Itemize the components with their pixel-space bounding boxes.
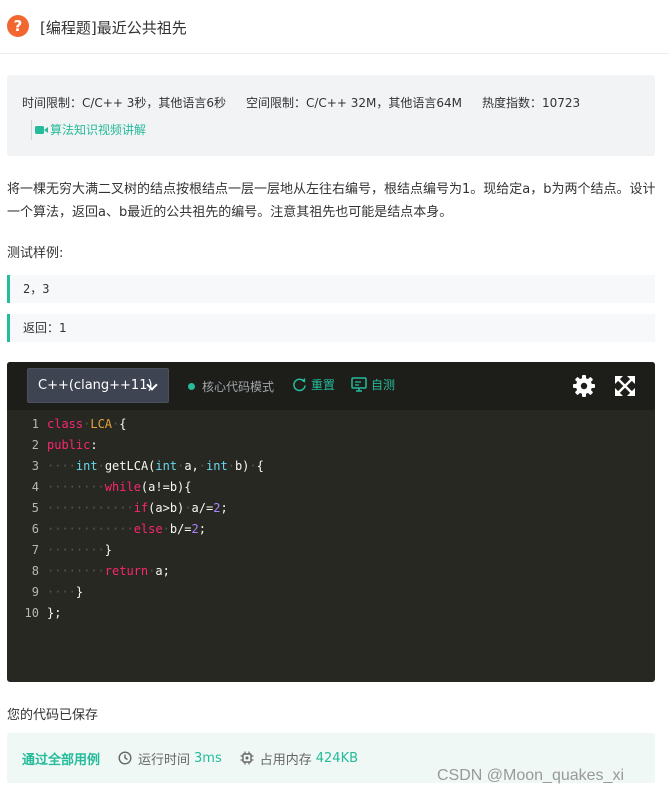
space-limit: 空间限制：C/C++ 32M，其他语言64M — [246, 96, 462, 110]
memory-stat: 占用内存 424KB — [240, 749, 358, 768]
gear-icon[interactable] — [573, 375, 595, 397]
code-line: 1 class·LCA·{ — [7, 414, 655, 435]
status-dot-icon — [188, 383, 195, 390]
line-number: 7 — [31, 543, 39, 557]
problem-info-box: 时间限制：C/C++ 3秒，其他语言6秒 空间限制：C/C++ 32M，其他语言… — [7, 75, 655, 156]
header: ? [编程题]最近公共祖先 — [0, 0, 669, 54]
video-camera-icon — [35, 126, 48, 134]
line-number: 10 — [24, 606, 39, 620]
reset-label: 重置 — [311, 378, 336, 392]
chip-icon — [240, 751, 254, 765]
memory-label: 占用内存 — [259, 752, 312, 768]
page-title: [编程题]最近公共祖先 — [40, 19, 187, 37]
code-line: 4 ········while(a!=b){ — [7, 477, 655, 498]
line-number: 3 — [31, 459, 39, 473]
memory-value: 424KB — [315, 750, 359, 766]
line-number: 6 — [31, 522, 39, 536]
runtime-stat: 运行时间 3ms — [118, 749, 222, 768]
sample-label: 测试样例: — [7, 246, 64, 261]
code-mode-label: 核心代码模式 — [202, 380, 275, 394]
line-number: 1 — [31, 417, 39, 431]
runtime-value: 3ms — [194, 750, 222, 766]
fullscreen-icon[interactable] — [614, 375, 636, 397]
question-icon: ? — [7, 15, 29, 37]
code-line: 8 ········return·a; — [7, 561, 655, 582]
code-line: 2 public: — [7, 435, 655, 456]
problem-description: 将一棵无穷大满二叉树的结点按根结点一层一层地从左往右编号，根结点编号为1。现给定… — [7, 182, 656, 220]
code-line: 6 ············else·b/=2; — [7, 519, 655, 540]
self-test-label: 自测 — [371, 378, 396, 392]
code-line: 5 ············if(a>b)·a/=2; — [7, 498, 655, 519]
code-line: 9 ····} — [7, 582, 655, 603]
limits-row: 时间限制：C/C++ 3秒，其他语言6秒 空间限制：C/C++ 32M，其他语言… — [22, 94, 580, 111]
line-number: 4 — [31, 480, 39, 494]
refresh-icon — [293, 377, 306, 392]
line-number: 8 — [31, 564, 39, 578]
reset-button[interactable]: 重置 — [292, 376, 335, 393]
runtime-label: 运行时间 — [138, 752, 191, 768]
language-select[interactable]: C++(clang++11) — [27, 368, 169, 403]
editor-toolbar: C++(clang++11) 核心代码模式 重置 自测 — [7, 362, 655, 410]
saved-status: 您的代码已保存 — [7, 708, 99, 723]
heat-index: 热度指数：10723 — [481, 96, 581, 110]
time-limit: 时间限制：C/C++ 3秒，其他语言6秒 — [22, 96, 226, 110]
clock-icon — [118, 751, 132, 765]
watermark: CSDN @Moon_quakes_xi — [437, 767, 624, 784]
video-lecture-link[interactable]: 算法知识视频讲解 — [31, 120, 146, 140]
code-line: 3 ····int·getLCA(int·a,·int·b)·{ — [7, 456, 655, 477]
code-area[interactable]: 1 class·LCA·{ 2 public: 3 ····int·getLCA(in… — [7, 414, 655, 624]
line-number: 9 — [31, 585, 39, 599]
code-editor[interactable]: C++(clang++11) 核心代码模式 重置 自测 1 class·LCA·… — [7, 362, 655, 682]
sample-output: 返回：1 — [7, 314, 655, 342]
language-label: C++(clang++11) — [38, 378, 153, 393]
line-number: 5 — [31, 501, 39, 515]
code-line: 7 ········} — [7, 540, 655, 561]
code-mode: 核心代码模式 — [188, 378, 274, 395]
monitor-icon — [351, 377, 367, 392]
line-number: 2 — [31, 438, 39, 452]
pass-status: 通过全部用例 — [22, 752, 101, 768]
video-link-label: 算法知识视频讲解 — [50, 123, 147, 137]
self-test-button[interactable]: 自测 — [351, 376, 395, 393]
code-line: 10}; — [7, 603, 655, 624]
sample-input: 2，3 — [7, 275, 655, 303]
